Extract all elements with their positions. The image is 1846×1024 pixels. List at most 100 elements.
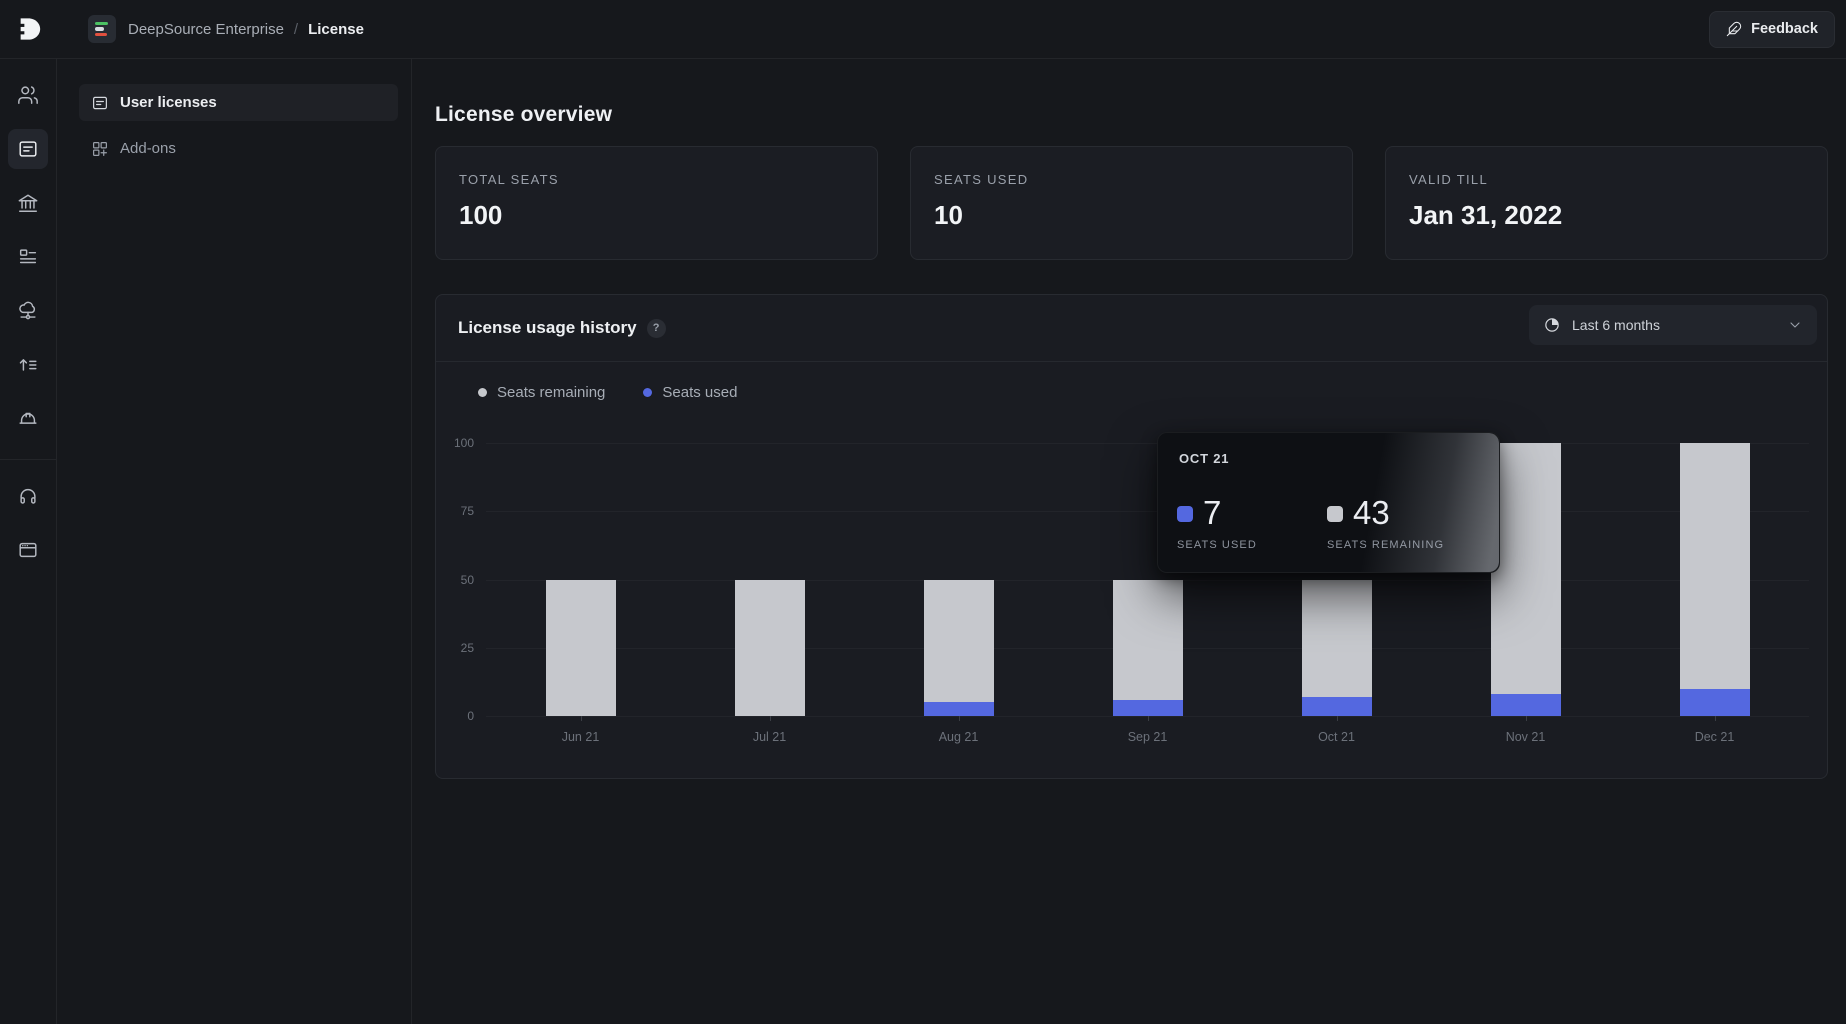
y-axis-tick-label: 25: [434, 641, 474, 655]
tooltip-used-label: SEATS USED: [1177, 539, 1257, 551]
feedback-button[interactable]: Feedback: [1709, 11, 1835, 48]
seats-used-segment: [1680, 689, 1750, 716]
bar-sep-21[interactable]: [1113, 580, 1183, 716]
tooltip-used-value: 7: [1203, 495, 1221, 531]
seats-remaining-segment: [735, 580, 805, 717]
x-axis-tick: [581, 716, 582, 721]
chart-tooltip: OCT 21 7 43 SEATS USED SEATS REMAINING: [1157, 432, 1500, 573]
grid-plus-icon: [91, 140, 109, 158]
bar-jun-21[interactable]: [546, 580, 616, 717]
cloud-network-icon: [17, 300, 39, 322]
rail-item-maintenance[interactable]: [8, 399, 48, 439]
audit-log-icon: [17, 246, 39, 268]
bar-aug-21[interactable]: [924, 580, 994, 716]
org-avatar-bar-red: [95, 33, 107, 36]
tooltip-title: OCT 21: [1179, 451, 1229, 466]
sidebar-item-add-ons[interactable]: Add-ons: [79, 130, 398, 167]
feather-icon: [1726, 21, 1742, 37]
stat-label: TOTAL SEATS: [459, 172, 854, 187]
seats-used-segment: [1302, 697, 1372, 716]
seats-remaining-segment: [1113, 580, 1183, 700]
legend-dot: [478, 388, 487, 397]
x-axis-tick: [1148, 716, 1149, 721]
date-range-dropdown[interactable]: Last 6 months: [1529, 305, 1817, 345]
time-period-icon: [1543, 316, 1561, 334]
org-avatar-bar-white: [95, 27, 104, 30]
app-logo[interactable]: [0, 16, 57, 42]
bar-nov-21[interactable]: [1491, 443, 1561, 716]
x-axis-label: Jun 21: [486, 730, 675, 744]
rail-item-audit-log[interactable]: [8, 237, 48, 277]
users-icon: [17, 84, 39, 106]
page-title: License overview: [435, 103, 1828, 127]
x-axis-label: Sep 21: [1053, 730, 1242, 744]
stat-cards: TOTAL SEATS 100 SEATS USED 10 VALID TILL…: [435, 146, 1828, 260]
bar-jul-21[interactable]: [735, 580, 805, 717]
seats-used-segment: [1113, 700, 1183, 716]
sidebar-item-user-licenses[interactable]: User licenses: [79, 84, 398, 121]
tooltip-used-group: 7: [1177, 495, 1221, 531]
usage-history-panel: License usage history ? Last 6 months Se…: [435, 294, 1828, 779]
sidebar-item-label: User licenses: [120, 94, 217, 111]
x-axis-tick: [959, 716, 960, 721]
chart-column-dec-21: Dec 21: [1620, 443, 1809, 716]
breadcrumb-separator: /: [294, 21, 298, 38]
bar-dec-21[interactable]: [1680, 443, 1750, 716]
legend-item[interactable]: Seats remaining: [478, 384, 605, 401]
stat-card-seats-used: SEATS USED 10: [910, 146, 1353, 260]
x-axis-tick: [1715, 716, 1716, 721]
x-axis-label: Oct 21: [1242, 730, 1431, 744]
x-axis-label: Dec 21: [1620, 730, 1809, 744]
rail-divider: [0, 459, 57, 460]
rail-item-license[interactable]: [8, 129, 48, 169]
y-axis-tick-label: 50: [434, 573, 474, 587]
bar-oct-21[interactable]: [1302, 580, 1372, 716]
breadcrumb-org[interactable]: DeepSource Enterprise: [128, 21, 284, 38]
y-axis-tick-label: 0: [434, 709, 474, 723]
legend-label: Seats used: [662, 384, 737, 401]
top-bar: DeepSource Enterprise / License Feedback: [0, 0, 1846, 59]
chart-plot: 0255075100Jun 21Jul 21Aug 21Sep 21Oct 21…: [486, 443, 1809, 716]
x-axis-tick: [770, 716, 771, 721]
license-icon: [17, 138, 39, 160]
tooltip-remaining-value: 43: [1353, 495, 1390, 531]
tooltip-remaining-group: 43: [1327, 495, 1390, 531]
sidebar-item-label: Add-ons: [120, 140, 176, 157]
stat-label: VALID TILL: [1409, 172, 1804, 187]
stat-value: Jan 31, 2022: [1409, 200, 1804, 231]
chevron-down-icon: [1787, 317, 1803, 333]
tooltip-remaining-label: SEATS REMAINING: [1327, 539, 1444, 551]
rail-item-upgrade[interactable]: [8, 345, 48, 385]
x-axis-tick: [1526, 716, 1527, 721]
chart-column-jul-21: Jul 21: [675, 443, 864, 716]
headphones-icon: [17, 485, 39, 507]
icon-rail: [0, 59, 57, 1024]
seats-remaining-segment: [1491, 443, 1561, 694]
seats-remaining-segment: [924, 580, 994, 703]
seats-used-segment: [1491, 694, 1561, 716]
usage-panel-title: License usage history: [458, 318, 637, 338]
y-axis-tick-label: 75: [434, 504, 474, 518]
deepsource-logo-icon: [16, 16, 42, 42]
x-axis-label: Nov 21: [1431, 730, 1620, 744]
org-avatar[interactable]: [88, 15, 116, 43]
hard-hat-icon: [17, 408, 39, 430]
rail-item-users[interactable]: [8, 75, 48, 115]
chart-column-aug-21: Aug 21: [864, 443, 1053, 716]
x-axis-tick: [1337, 716, 1338, 721]
sort-up-icon: [17, 354, 39, 376]
help-icon[interactable]: ?: [647, 319, 666, 338]
stat-value: 10: [934, 200, 1329, 231]
rail-item-console[interactable]: [8, 530, 48, 570]
x-axis-label: Aug 21: [864, 730, 1053, 744]
rail-item-cloud-network[interactable]: [8, 291, 48, 331]
main-content: License overview TOTAL SEATS 100 SEATS U…: [412, 59, 1846, 1024]
feedback-label: Feedback: [1751, 21, 1818, 37]
legend-item[interactable]: Seats used: [643, 384, 737, 401]
chart-column-jun-21: Jun 21: [486, 443, 675, 716]
y-axis-tick-label: 100: [434, 436, 474, 450]
seats-remaining-segment: [546, 580, 616, 717]
chart-legend: Seats remaining Seats used: [478, 384, 1827, 401]
rail-item-organization[interactable]: [8, 183, 48, 223]
rail-item-support[interactable]: [8, 476, 48, 516]
